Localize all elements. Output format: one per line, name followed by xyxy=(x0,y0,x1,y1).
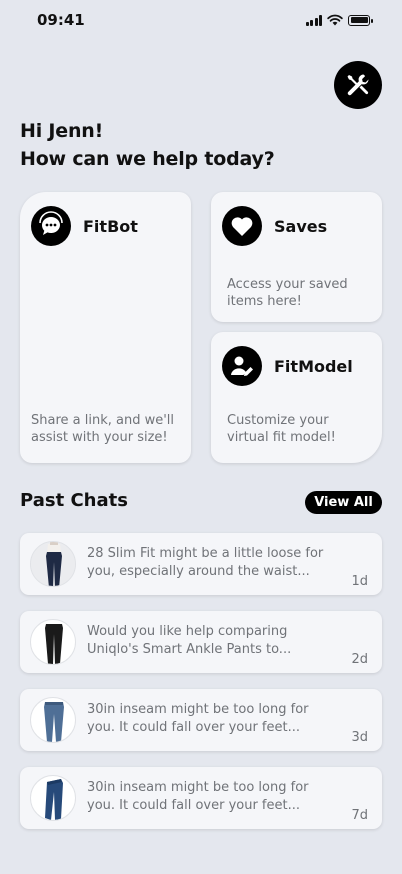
chat-time: 7d xyxy=(351,808,368,823)
fitmodel-card-header: FitModel xyxy=(222,346,353,386)
status-bar: 09:41 xyxy=(0,0,402,44)
status-icons xyxy=(305,14,373,26)
past-chats-list: 28 Slim Fit might be a little loose for … xyxy=(20,533,382,845)
saves-card-header: Saves xyxy=(222,206,327,246)
light-jeans-thumbnail xyxy=(30,697,76,743)
fitbot-card-header: FitBot xyxy=(31,206,138,246)
battery-icon xyxy=(348,14,373,26)
chat-item[interactable]: Would you like help comparing Uniqlo's S… xyxy=(20,611,382,673)
fitbot-title: FitBot xyxy=(83,216,138,236)
chat-item[interactable]: 28 Slim Fit might be a little loose for … xyxy=(20,533,382,595)
tools-icon xyxy=(347,74,369,96)
wifi-icon xyxy=(327,14,343,26)
past-chats-title: Past Chats xyxy=(20,490,128,511)
chat-time: 1d xyxy=(351,574,368,589)
chat-preview: Would you like help comparing Uniqlo's S… xyxy=(87,624,292,657)
chat-time: 3d xyxy=(351,730,368,745)
cellular-signal-icon xyxy=(305,14,322,26)
black-pants-thumbnail xyxy=(30,619,76,665)
greeting-prompt: How can we help today? xyxy=(20,148,275,170)
chat-preview: 28 Slim Fit might be a little loose for … xyxy=(87,546,324,579)
user-edit-icon xyxy=(222,346,262,386)
chat-item[interactable]: 30in inseam might be too long for you. I… xyxy=(20,689,382,751)
fitmodel-description: Customize your virtual fit model! xyxy=(227,413,336,445)
fitbot-card[interactable]: FitBot Share a link, and we'll assist wi… xyxy=(20,192,191,463)
fitmodel-title: FitModel xyxy=(274,356,353,376)
chat-preview: 30in inseam might be too long for you. I… xyxy=(87,780,309,813)
chat-item[interactable]: 30in inseam might be too long for you. I… xyxy=(20,767,382,829)
greeting-name: Hi Jenn! xyxy=(20,120,104,142)
greeting: Hi Jenn! How can we help today? xyxy=(20,117,275,173)
saves-card[interactable]: Saves Access your saved items here! xyxy=(211,192,382,322)
saves-title: Saves xyxy=(274,216,328,236)
chat-bubble-icon xyxy=(31,206,71,246)
saves-description: Access your saved items here! xyxy=(227,277,348,309)
dark-jeans-thumbnail xyxy=(30,775,76,821)
fitmodel-card[interactable]: FitModel Customize your virtual fit mode… xyxy=(211,332,382,463)
status-time: 09:41 xyxy=(37,11,85,29)
chat-preview: 30in inseam might be too long for you. I… xyxy=(87,702,309,735)
jeans-model-thumbnail xyxy=(30,541,76,587)
chat-time: 2d xyxy=(351,652,368,667)
fitbot-description: Share a link, and we'll assist with your… xyxy=(31,413,175,445)
settings-button[interactable] xyxy=(334,61,382,109)
view-all-button[interactable]: View All xyxy=(305,491,382,514)
heart-icon xyxy=(222,206,262,246)
